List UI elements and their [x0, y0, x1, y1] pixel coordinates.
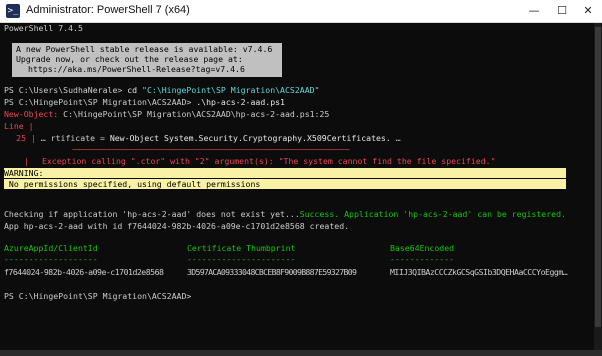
check-line: Checking if application 'hp-acs-2-aad' d… [4, 209, 566, 219]
check-success: Success. Application 'hp-acs-2-aad' can … [299, 209, 566, 219]
table-header-thumbprint: Certificate Thumbprint [187, 243, 296, 253]
error-path: C:\HingePoint\SP Migration\ACS2AAD\hp-ac… [63, 109, 330, 119]
error-underline: ~~~~~~~~~~~~~~~~~~~~~~~~~~~~~~~~~~~~~~~~… [72, 144, 350, 154]
code-highlight: New-Object System.Security.Cryptography.… [109, 133, 391, 143]
final-prompt[interactable]: PS C:\HingePoint\SP Migration\ACS2AAD> [4, 291, 196, 301]
warning-message: No permissions specified, using default … [4, 179, 261, 189]
table-header-appid: AzureAppId/ClientId [4, 243, 98, 253]
warning-label: WARNING: [4, 168, 44, 178]
update-notice-line-2: Upgrade now, or check out the release pa… [16, 54, 243, 64]
code-suffix: … [390, 133, 401, 143]
command: cd [127, 85, 143, 95]
prompt: PS C:\HingePoint\SP Migration\ACS2AAD> [4, 97, 197, 107]
scrollbar-thumb[interactable] [595, 27, 601, 327]
error-line-label: Line | [4, 121, 34, 131]
warning-label-bar: WARNING: [4, 168, 566, 178]
console-output[interactable]: PowerShell 7.4.5 A new PowerShell stable… [0, 23, 594, 350]
maximize-button[interactable]: ☐ [548, 0, 576, 22]
line-number: 25 [16, 133, 26, 143]
table-underline-base64: ------------- [390, 254, 455, 264]
update-notice: A new PowerShell stable release is avail… [12, 43, 282, 77]
table-cell-thumbprint: 3D597ACA09333048CBCEB8F9009B887E59327B09 [187, 267, 357, 277]
command-argument: "C:\HingePoint\SP Migration\ACS2AAD" [142, 85, 320, 95]
created-line: App hp-acs-2-aad with id f7644024-982b-4… [4, 221, 350, 231]
window-bottom-edge [0, 350, 602, 356]
window-title: Administrator: PowerShell 7 (x64) [26, 4, 190, 16]
update-notice-link[interactable]: https://aka.ms/PowerShell-Release?tag=v7… [28, 64, 245, 74]
prompt: PS C:\Users\SudhaNerale> [4, 85, 128, 95]
title-bar[interactable]: >_ Administrator: PowerShell 7 (x64) — ☐… [0, 0, 602, 23]
table-header-base64: Base64Encoded [390, 243, 455, 253]
powershell-icon: >_ [6, 4, 20, 18]
minimize-button[interactable]: — [520, 0, 548, 22]
error-message-line: | Exception calling ".ctor" with "2" arg… [19, 156, 496, 166]
scrollbar[interactable] [594, 23, 602, 350]
code-prefix: … rtificate = [40, 133, 110, 143]
error-message: Exception calling ".ctor" with "2" argum… [42, 156, 496, 166]
table-cell-base64: MIIJ3QIBAzCCCZkGCSqGSIb3DQEHAaCCCYoEggm… [390, 267, 568, 277]
command: .\hp-acs-2-aad.ps1 [196, 97, 285, 107]
close-button[interactable]: ✕ [574, 0, 602, 22]
command-line-cd: PS C:\Users\SudhaNerale> cd "C:\HingePoi… [4, 85, 320, 95]
table-underline-appid: ------------------- [4, 254, 98, 264]
check-text: Checking if application 'hp-acs-2-aad' d… [4, 209, 300, 219]
table-cell-appid: f7644024-982b-4026-a09e-c1701d2e8568 [4, 267, 164, 277]
error-label: New-Object: [4, 109, 64, 119]
error-code-line: 25 | … rtificate = New-Object System.Sec… [4, 133, 401, 143]
update-notice-line-1: A new PowerShell stable release is avail… [16, 44, 273, 54]
command-line-run: PS C:\HingePoint\SP Migration\ACS2AAD> .… [4, 97, 285, 107]
error-location: New-Object: C:\HingePoint\SP Migration\A… [4, 109, 329, 119]
warning-message-bar: No permissions specified, using default … [4, 179, 566, 189]
table-underline-thumbprint: ---------------------- [187, 254, 296, 264]
version-line: PowerShell 7.4.5 [4, 23, 83, 33]
